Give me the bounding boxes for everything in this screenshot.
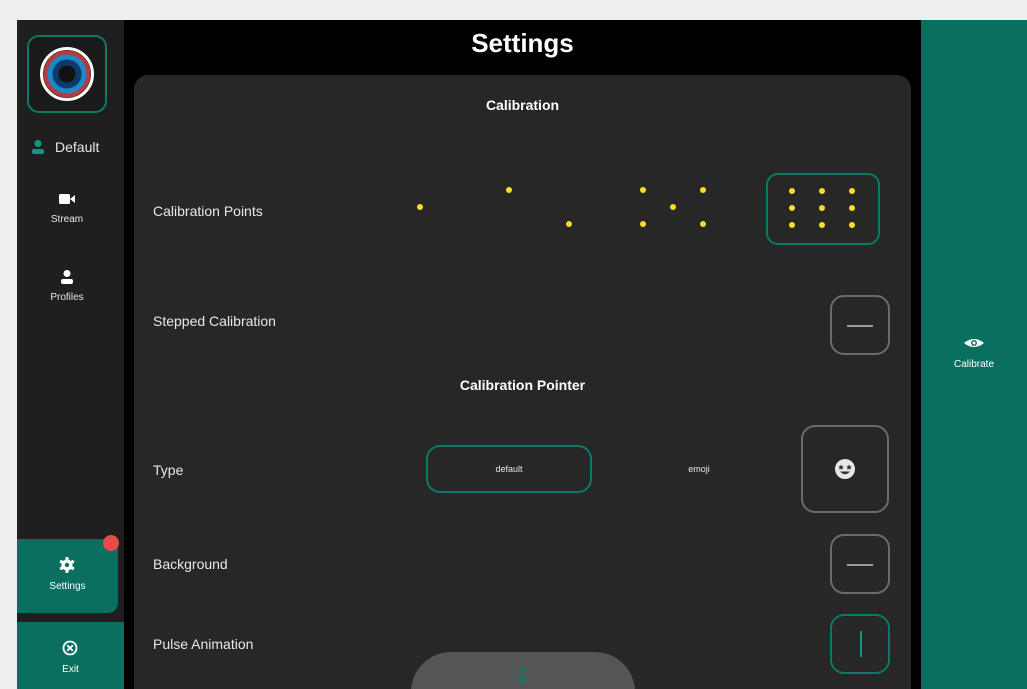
row-label-pulse-animation: Pulse Animation	[153, 636, 254, 652]
profile-name: Default	[55, 139, 100, 155]
calibration-dot	[849, 222, 855, 228]
sidebar-item-label: Exit	[62, 664, 79, 675]
app-window: Default Stream Profiles Settings Exit Se…	[17, 20, 1027, 689]
section-title-calibration: Calibration	[485, 97, 560, 113]
calibration-dot	[700, 187, 706, 193]
eye-logo-icon	[40, 47, 94, 101]
calibration-dot	[789, 188, 795, 194]
calibrate-label: Calibrate	[953, 359, 995, 370]
sidebar-item-label: Settings	[49, 581, 86, 592]
calibration-option-1[interactable]	[400, 187, 440, 227]
calibration-dot	[640, 221, 646, 227]
profile-selector[interactable]: Default	[31, 136, 99, 158]
video-camera-icon	[59, 194, 75, 204]
anchor-icon	[515, 666, 531, 683]
calibration-dot	[417, 204, 423, 210]
type-option-default[interactable]: default	[426, 445, 592, 493]
sidebar-item-stream[interactable]: Stream	[17, 190, 117, 225]
section-title-calibration-pointer: Calibration Pointer	[459, 377, 586, 393]
calibration-dot	[849, 205, 855, 211]
close-circle-icon	[62, 640, 78, 656]
calibration-dot	[506, 187, 512, 193]
toggle-on-indicator	[860, 631, 862, 657]
calibration-dot	[640, 187, 646, 193]
star-eyes-emoji-icon	[835, 459, 855, 479]
toggle-off-indicator	[847, 325, 873, 327]
notification-badge	[103, 535, 119, 551]
calibrate-button[interactable]: Calibrate	[921, 335, 1027, 370]
sidebar-item-label: Profiles	[50, 292, 84, 303]
user-icon	[32, 140, 44, 154]
calibration-dot	[700, 221, 706, 227]
calibration-dot	[789, 222, 795, 228]
logo-button[interactable]	[27, 35, 107, 113]
calibration-dot	[819, 205, 825, 211]
toggle-off-indicator	[847, 564, 873, 566]
stepped-calibration-toggle[interactable]	[830, 295, 890, 355]
calibration-dot	[819, 222, 825, 228]
calibration-dot	[670, 204, 676, 210]
row-label-type: Type	[153, 462, 184, 478]
row-label-stepped-calibration: Stepped Calibration	[153, 313, 276, 329]
right-rail: Calibrate	[921, 20, 1027, 689]
eye-icon	[964, 339, 984, 347]
calibration-dot	[849, 188, 855, 194]
sidebar: Default Stream Profiles Settings Exit	[17, 20, 124, 689]
row-label-background: Background	[153, 556, 228, 572]
calibration-dot	[819, 188, 825, 194]
sidebar-item-settings[interactable]: Settings	[17, 535, 119, 613]
calibration-option-5[interactable]	[640, 175, 740, 235]
sidebar-item-profiles[interactable]: Profiles	[17, 268, 117, 303]
sidebar-item-exit[interactable]: Exit	[17, 622, 124, 689]
type-option-emoji[interactable]: emoji	[664, 445, 734, 493]
row-label-calibration-points: Calibration Points	[153, 203, 263, 219]
bottom-drawer-handle[interactable]	[411, 652, 635, 689]
calibration-dot	[566, 221, 572, 227]
calibration-dot	[789, 205, 795, 211]
gear-icon	[59, 557, 75, 573]
background-toggle[interactable]	[830, 534, 890, 594]
pulse-animation-toggle[interactable]	[830, 614, 890, 674]
page-title: Settings	[471, 28, 574, 58]
calibration-option-9[interactable]	[766, 173, 880, 245]
type-option-emoji-preview[interactable]	[801, 425, 889, 513]
sidebar-item-label: Stream	[50, 214, 84, 225]
settings-panel: Calibration Calibration Points Stepped C…	[134, 75, 911, 689]
person-icon	[61, 270, 73, 284]
calibration-option-3[interactable]	[506, 175, 606, 235]
